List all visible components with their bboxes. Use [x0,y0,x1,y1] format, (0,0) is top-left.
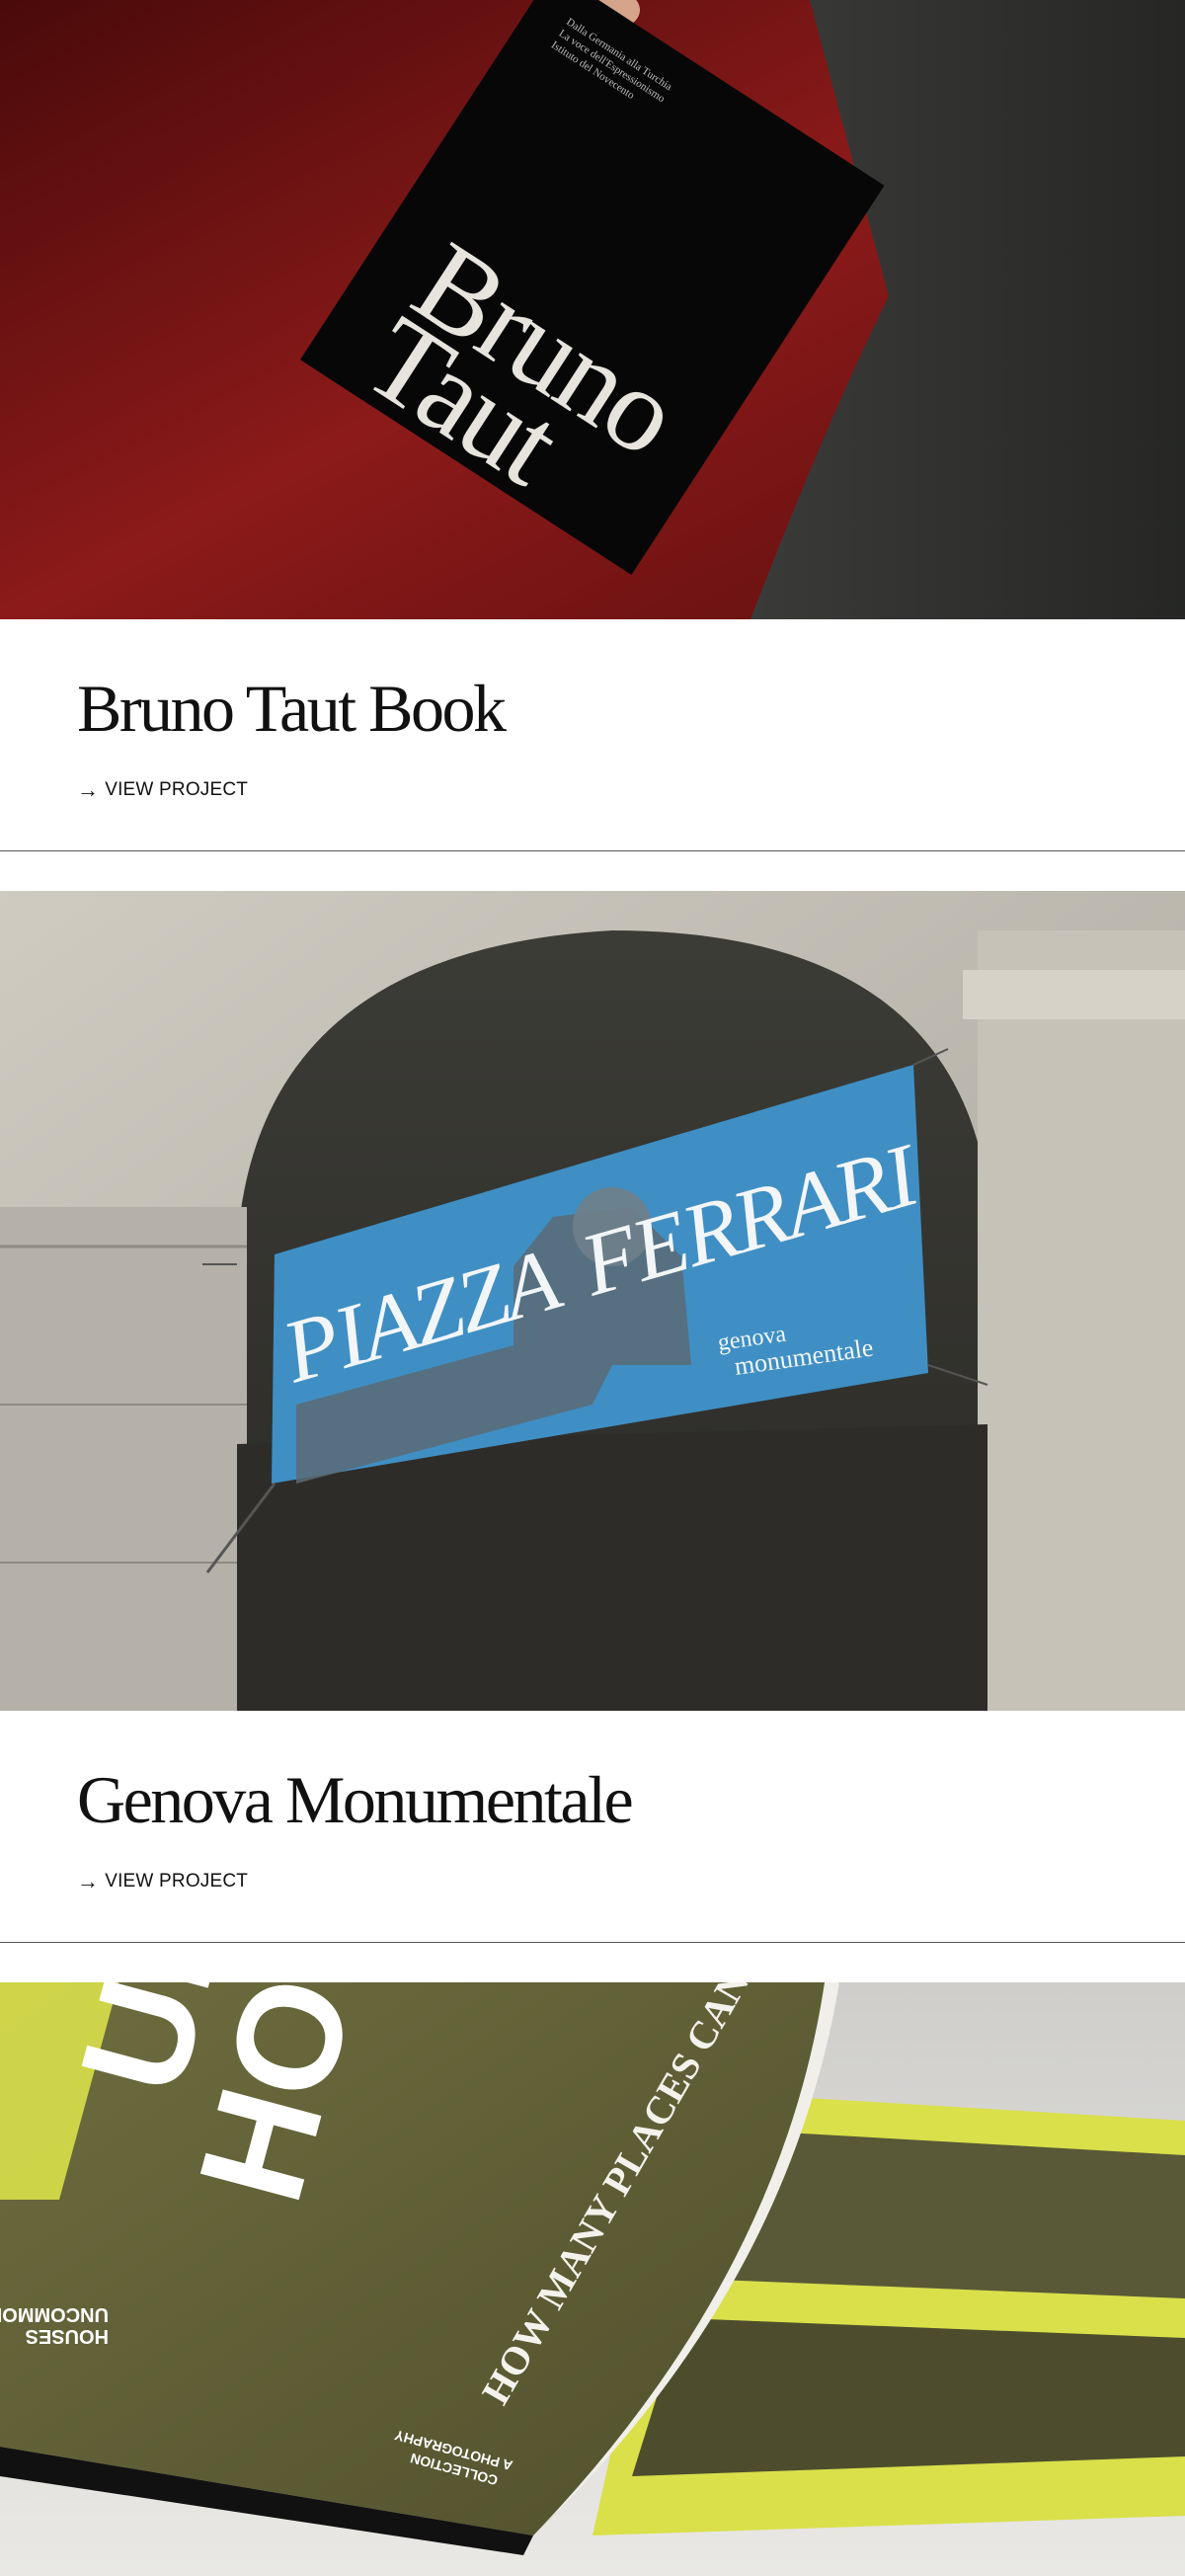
view-project-link[interactable]: → VIEW PROJECT [77,779,248,801]
arrow-right-icon: → [77,777,100,802]
project-info-genova-monumentale: Genova Monumentale → VIEW PROJECT [0,1711,1185,1982]
project-card-bruno-taut: Dalla Germania alla Turchia La voce dell… [0,0,1185,891]
divider [0,1942,1185,1943]
project-image-bruno-taut[interactable]: Dalla Germania alla Turchia La voce dell… [0,0,1185,619]
project-info-bruno-taut: Bruno Taut Book → VIEW PROJECT [0,619,1185,891]
project-title[interactable]: Bruno Taut Book [77,675,507,742]
project-card-genova-monumentale: PIAZZA FERRARI genova monumentale Genova… [0,891,1185,1982]
divider [0,850,1185,851]
spine-text-uncommon: UNCOMMON [0,2303,109,2325]
view-project-label: VIEW PROJECT [105,779,249,800]
project-image-genova-monumentale[interactable]: PIAZZA FERRARI genova monumentale [0,891,1185,1711]
uncommon-houses-magazine-photo: UNCO HOU HOW MANY PLACES CAN WE CALL HOM… [0,1982,1185,2576]
genova-banner-photo: PIAZZA FERRARI genova monumentale [0,891,1185,1711]
view-project-link[interactable]: → VIEW PROJECT [77,1871,248,1892]
project-card-uncommon-houses: UNCO HOU HOW MANY PLACES CAN WE CALL HOM… [0,1982,1185,2576]
arrow-right-icon: → [77,1869,100,1893]
project-title[interactable]: Genova Monumentale [77,1766,634,1833]
spine-text-houses: HOUSES [26,2325,109,2347]
project-image-uncommon-houses[interactable]: UNCO HOU HOW MANY PLACES CAN WE CALL HOM… [0,1982,1185,2576]
view-project-label: VIEW PROJECT [105,1871,249,1892]
bruno-taut-book-photo: Dalla Germania alla Turchia La voce dell… [0,0,1185,619]
